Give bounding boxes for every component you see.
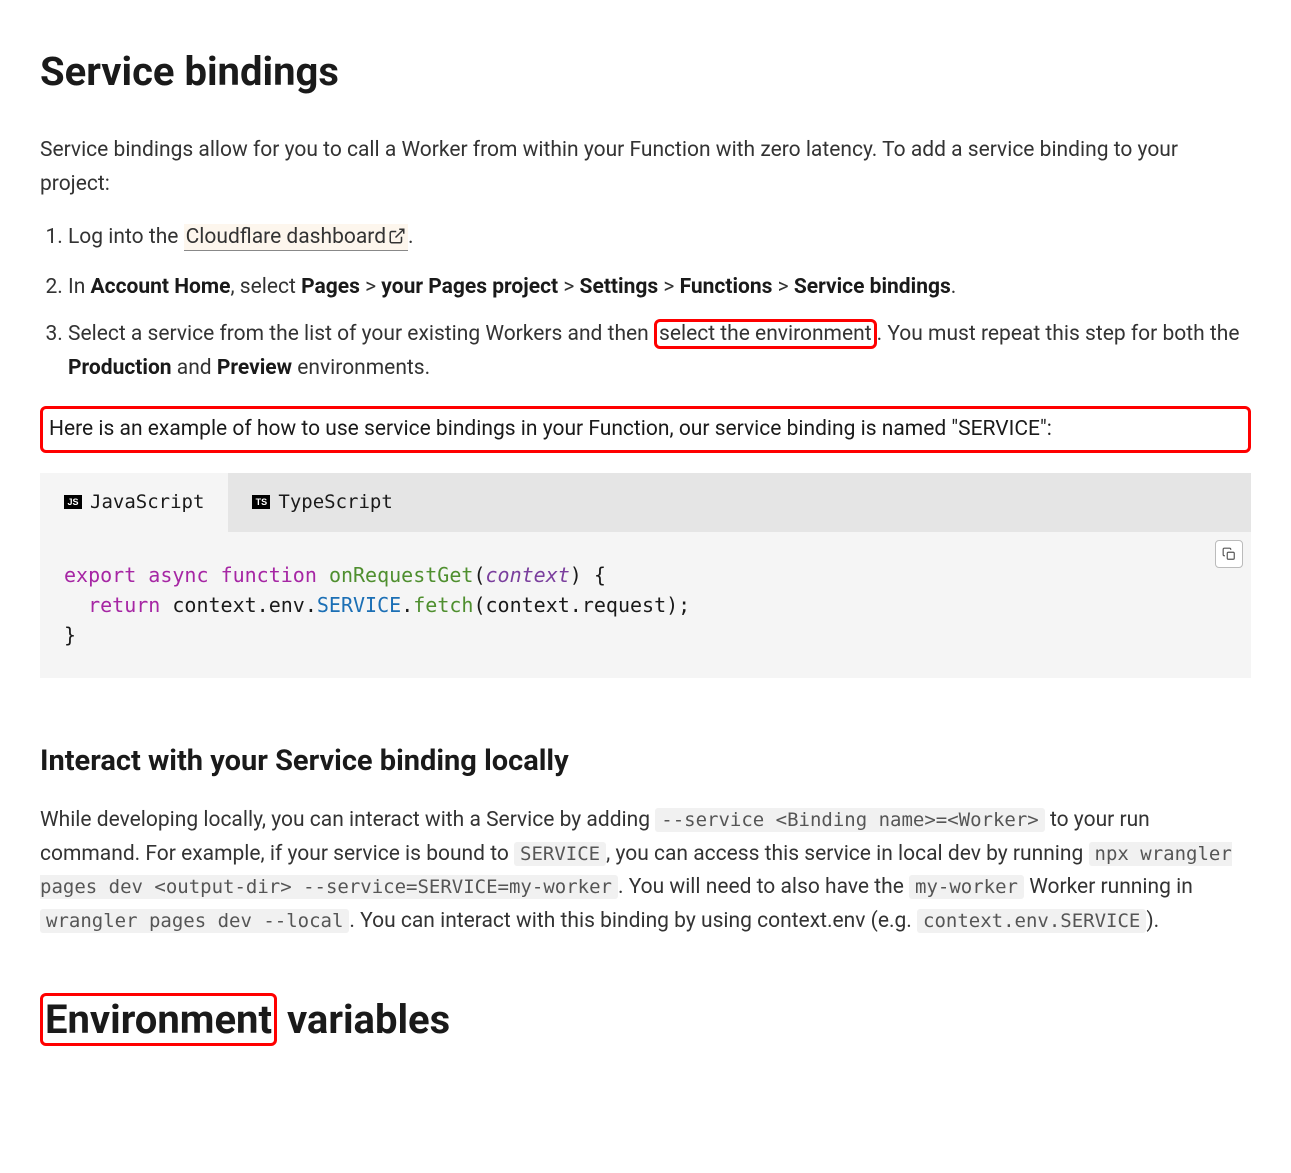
copy-icon (1222, 546, 1236, 562)
cloudflare-dashboard-link[interactable]: Cloudflare dashboard (184, 224, 408, 251)
external-link-icon (388, 223, 406, 257)
step-1: Log into the Cloudflare dashboard. (68, 221, 1251, 257)
code-my-worker: my-worker (909, 875, 1024, 899)
subheading-interact-locally: Interact with your Service binding local… (40, 738, 1251, 784)
local-dev-paragraph: While developing locally, you can intera… (40, 804, 1251, 938)
steps-list: Log into the Cloudflare dashboard. In Ac… (40, 221, 1251, 385)
ts-icon: TS (252, 495, 270, 509)
tab-typescript[interactable]: TS TypeScript (228, 473, 416, 531)
page-title: Service bindings (40, 40, 1251, 104)
code-service-flag: --service <Binding name>=<Worker> (655, 808, 1045, 832)
code-service-name: SERVICE (514, 842, 606, 866)
highlight-select-environment: select the environment (654, 319, 877, 349)
code-context-env: context.env.SERVICE (917, 909, 1146, 933)
code-block: export async function onRequestGet(conte… (40, 532, 1251, 678)
tab-javascript[interactable]: JS JavaScript (40, 473, 228, 531)
copy-button[interactable] (1215, 540, 1243, 568)
code-tabs: JS JavaScript TS TypeScript (40, 473, 1251, 531)
js-icon: JS (64, 495, 82, 509)
highlight-example-intro: Here is an example of how to use service… (40, 406, 1251, 454)
code-wrangler-local: wrangler pages dev --local (40, 909, 349, 933)
subheading-environment-variables: Environment variables (40, 988, 1251, 1052)
step-3: Select a service from the list of your e… (68, 318, 1251, 385)
step-2: In Account Home, select Pages > your Pag… (68, 271, 1251, 305)
intro-text: Service bindings allow for you to call a… (40, 134, 1251, 201)
highlight-environment: Environment (40, 993, 277, 1046)
